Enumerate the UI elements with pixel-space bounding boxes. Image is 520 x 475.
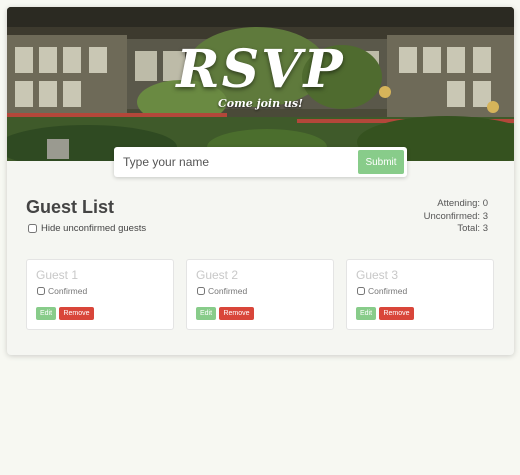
hide-unconfirmed-checkbox[interactable] xyxy=(28,224,37,233)
confirmed-toggle[interactable]: Confirmed xyxy=(197,286,247,296)
confirmed-label: Confirmed xyxy=(368,286,408,296)
confirmed-checkbox[interactable] xyxy=(357,287,365,295)
confirmed-toggle[interactable]: Confirmed xyxy=(37,286,87,296)
name-input[interactable] xyxy=(114,147,356,177)
guest-name: Guest 2 xyxy=(196,268,239,282)
edit-button[interactable]: Edit xyxy=(196,307,216,320)
confirmed-toggle[interactable]: Confirmed xyxy=(357,286,407,296)
guest-card: Guest 2 Confirmed Edit Remove xyxy=(186,259,334,330)
rsvp-card: RSVP Come join us! Submit Guest List Hid… xyxy=(7,7,514,355)
guest-card: Guest 1 Confirmed Edit Remove xyxy=(26,259,174,330)
hide-unconfirmed-label: Hide unconfirmed guests xyxy=(41,223,147,234)
attending-count: Attending: 0 xyxy=(437,198,488,209)
edit-button[interactable]: Edit xyxy=(36,307,56,320)
confirmed-label: Confirmed xyxy=(48,286,88,296)
confirmed-label: Confirmed xyxy=(208,286,248,296)
remove-button[interactable]: Remove xyxy=(59,307,94,320)
confirmed-checkbox[interactable] xyxy=(197,287,205,295)
hero-title: RSVP xyxy=(176,39,345,100)
unconfirmed-count: Unconfirmed: 3 xyxy=(423,210,488,222)
guest-list-title: Guest List xyxy=(26,197,115,217)
guest-stats: Attending: 0 Unconfirmed: 3 Total: 3 xyxy=(424,198,488,236)
submit-button[interactable]: Submit xyxy=(358,150,404,174)
remove-button[interactable]: Remove xyxy=(219,307,254,320)
hero-banner: RSVP Come join us! xyxy=(7,7,514,161)
remove-button[interactable]: Remove xyxy=(379,307,414,320)
guest-card: Guest 3 Confirmed Edit Remove xyxy=(346,259,494,330)
total-count: Total: 3 xyxy=(457,223,488,234)
edit-button[interactable]: Edit xyxy=(356,307,376,320)
rsvp-form: Submit xyxy=(114,147,407,177)
guest-name: Guest 1 xyxy=(36,268,79,282)
hide-unconfirmed-toggle[interactable]: Hide unconfirmed guests xyxy=(28,223,146,234)
guest-name: Guest 3 xyxy=(356,268,399,282)
hero-subtitle: Come join us! xyxy=(218,97,303,110)
confirmed-checkbox[interactable] xyxy=(37,287,45,295)
